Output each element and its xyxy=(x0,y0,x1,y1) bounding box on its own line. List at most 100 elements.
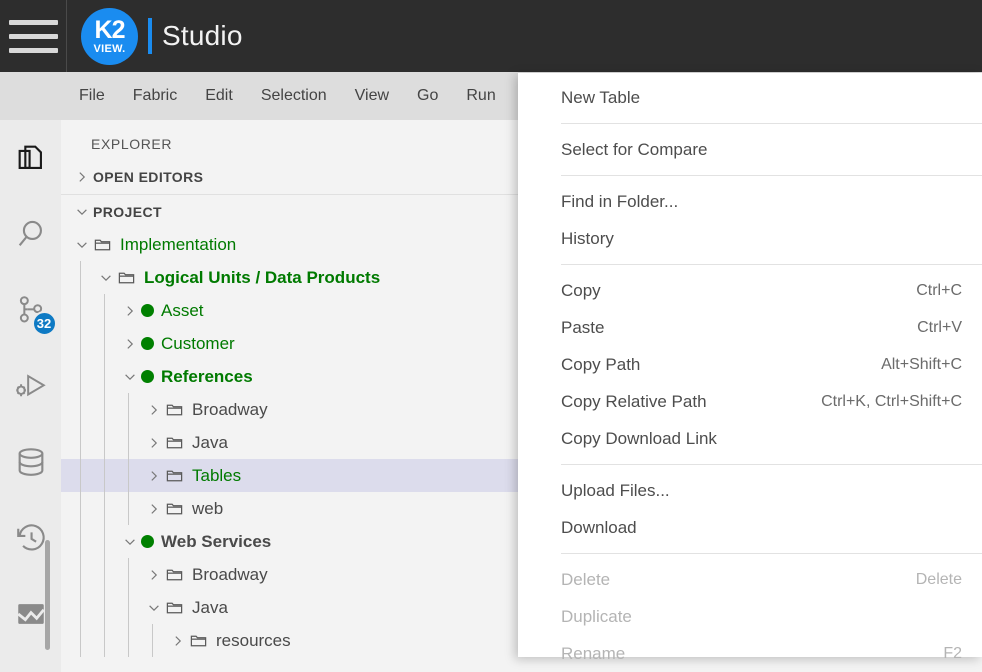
run-debug-icon xyxy=(14,369,48,408)
search-icon xyxy=(14,217,48,256)
folder-icon xyxy=(165,400,185,419)
context-menu-item-upload-files[interactable]: Upload Files... xyxy=(518,472,982,509)
indent-guide xyxy=(80,459,81,492)
context-menu-item-label: Copy Relative Path xyxy=(561,391,707,411)
menubar-item-run[interactable]: Run xyxy=(452,83,509,109)
hamburger-bar xyxy=(8,19,58,25)
context-menu-item-label: Select for Compare xyxy=(561,139,708,159)
indent-guide xyxy=(128,624,129,657)
context-menu-item-paste[interactable]: Paste Ctrl+V xyxy=(518,309,982,346)
context-menu-item-find-in-folder[interactable]: Find in Folder... xyxy=(518,183,982,220)
context-menu-item-new-table[interactable]: New Table xyxy=(518,79,982,116)
context-menu-separator xyxy=(561,175,982,176)
chevron-down-icon[interactable] xyxy=(119,366,141,388)
database-icon xyxy=(14,445,48,484)
menubar-item-view[interactable]: View xyxy=(341,83,403,109)
context-menu-item-label: Paste xyxy=(561,317,605,337)
tree-item-label: Tables xyxy=(192,465,242,485)
menubar-item-file[interactable]: File xyxy=(65,83,119,109)
hamburger-bar xyxy=(8,33,58,39)
chevron-right-icon xyxy=(71,166,93,188)
context-menu-item-rename: Rename F2 xyxy=(518,635,982,672)
indent-guide xyxy=(80,393,81,426)
context-menu-item-delete: Delete Delete xyxy=(518,561,982,598)
indent-guide xyxy=(80,426,81,459)
context-menu-item-shortcut: F2 xyxy=(943,644,962,662)
chart-icon xyxy=(14,597,48,636)
chevron-right-icon[interactable] xyxy=(143,564,165,586)
indent-guide xyxy=(104,591,105,624)
indent-guide xyxy=(128,426,129,459)
context-menu-separator xyxy=(561,553,982,554)
logo-view-text: VIEW. xyxy=(93,42,126,55)
chevron-right-icon[interactable] xyxy=(119,300,141,322)
indent-guide xyxy=(104,624,105,657)
context-menu-item-label: Find in Folder... xyxy=(561,191,679,211)
tree-item-label: References xyxy=(161,366,253,386)
title-bar: K2 VIEW. Studio xyxy=(0,0,982,72)
context-menu-item-copy[interactable]: Copy Ctrl+C xyxy=(518,272,982,309)
chevron-down-icon[interactable] xyxy=(95,267,117,289)
context-menu-item-copy-relative-path[interactable]: Copy Relative Path Ctrl+K, Ctrl+Shift+C xyxy=(518,383,982,420)
tree-item-label: resources xyxy=(216,630,291,650)
context-menu-item-history[interactable]: History xyxy=(518,220,982,257)
context-menu-item-label: Copy xyxy=(561,280,601,300)
brand-divider xyxy=(148,18,152,54)
activity-bar: 32 xyxy=(0,120,61,672)
brand: K2 VIEW. Studio xyxy=(81,7,243,65)
hamburger-menu-icon[interactable] xyxy=(0,0,67,72)
context-menu-item-download[interactable]: Download xyxy=(518,509,982,546)
context-menu-item-label: Upload Files... xyxy=(561,480,670,500)
tree-item-label: Asset xyxy=(161,300,204,320)
context-menu-item-label: New Table xyxy=(561,87,641,107)
context-menu-separator xyxy=(561,264,982,265)
context-menu-item-label: History xyxy=(561,228,614,248)
chevron-right-icon[interactable] xyxy=(143,465,165,487)
chevron-down-icon[interactable] xyxy=(71,234,93,256)
context-menu-item-label: Delete xyxy=(561,569,611,589)
context-menu-item-shortcut: Delete xyxy=(915,570,962,588)
chevron-right-icon[interactable] xyxy=(143,399,165,421)
context-menu: New Table Select for Compare Find in Folde… xyxy=(518,73,982,663)
chevron-down-icon xyxy=(71,201,93,223)
chevron-right-icon[interactable] xyxy=(119,333,141,355)
folder-icon xyxy=(165,433,185,452)
menubar-item-edit[interactable]: Edit xyxy=(191,83,247,109)
status-dot-icon xyxy=(141,304,154,317)
indent-guide xyxy=(80,492,81,525)
chevron-right-icon[interactable] xyxy=(143,432,165,454)
folder-icon xyxy=(93,235,113,254)
indent-guide xyxy=(104,492,105,525)
history-clock-icon xyxy=(14,521,48,560)
indent-guide xyxy=(152,624,153,657)
context-menu-item-copy-path[interactable]: Copy Path Alt+Shift+C xyxy=(518,346,982,383)
tree-item-label: Web Services xyxy=(161,531,272,551)
chevron-right-icon[interactable] xyxy=(167,630,189,652)
indent-guide xyxy=(128,558,129,591)
chevron-down-icon[interactable] xyxy=(119,531,141,553)
chevron-right-icon[interactable] xyxy=(143,498,165,520)
logo-k2-text: K2 xyxy=(94,15,126,44)
context-menu-separator xyxy=(561,464,982,465)
context-menu-item-shortcut: Alt+Shift+C xyxy=(881,355,962,373)
k2view-logo-icon: K2 VIEW. xyxy=(81,7,138,65)
menubar-item-go[interactable]: Go xyxy=(403,83,452,109)
indent-guide xyxy=(104,393,105,426)
explorer-scrollbar[interactable] xyxy=(45,120,50,672)
tree-item-label: Java xyxy=(192,597,228,617)
scrollbar-thumb[interactable] xyxy=(45,540,50,650)
context-menu-item-label: Copy Download Link xyxy=(561,428,717,448)
context-menu-item-copy-download-link[interactable]: Copy Download Link xyxy=(518,420,982,457)
context-menu-item-label: Copy Path xyxy=(561,354,641,374)
indent-guide xyxy=(80,558,81,591)
folder-icon xyxy=(165,499,185,518)
menubar-item-fabric[interactable]: Fabric xyxy=(119,83,191,109)
folder-icon xyxy=(165,466,185,485)
indent-guide xyxy=(104,558,105,591)
menubar-item-selection[interactable]: Selection xyxy=(247,83,341,109)
context-menu-item-shortcut: Ctrl+C xyxy=(916,281,962,299)
context-menu-item-select-for-compare[interactable]: Select for Compare xyxy=(518,131,982,168)
chevron-down-icon[interactable] xyxy=(143,597,165,619)
indent-guide xyxy=(80,294,81,327)
app-title: Studio xyxy=(162,20,243,51)
